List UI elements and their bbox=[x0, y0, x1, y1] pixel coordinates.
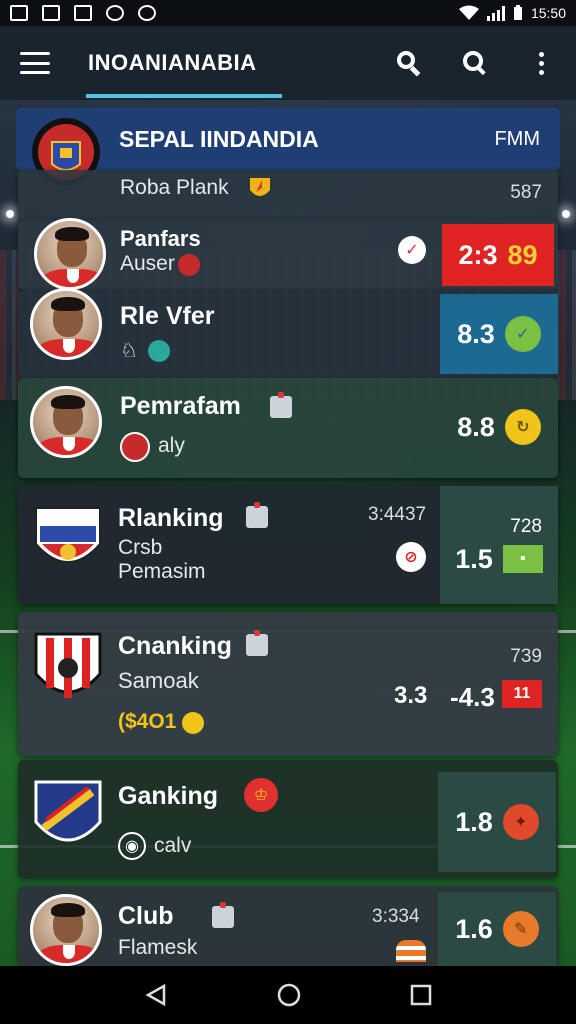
score-box[interactable]: 8.8 ↻ bbox=[440, 386, 558, 468]
row-subtitle: Samoak bbox=[118, 668, 199, 693]
score-box[interactable]: 8.3 ✓ bbox=[440, 294, 558, 374]
row-subtitle: Roba Plank bbox=[120, 176, 229, 199]
league-title: SEPAL IINDANDIA bbox=[119, 125, 319, 152]
league-tag: FMM bbox=[494, 127, 540, 150]
score-box[interactable]: 2:3 89 bbox=[442, 224, 554, 286]
alert-icon: ✦ bbox=[502, 804, 539, 840]
match-time: 3:334 bbox=[372, 906, 420, 927]
score-box[interactable]: 1.6 ✎ bbox=[438, 892, 556, 966]
floodlight-icon bbox=[562, 210, 570, 218]
tab-indicator bbox=[86, 94, 282, 98]
row-meta: 587 bbox=[510, 182, 542, 203]
score-badge: 11 bbox=[502, 680, 542, 708]
match-score: -4.3 bbox=[450, 682, 495, 712]
floodlight-icon bbox=[6, 210, 14, 218]
menu-icon[interactable] bbox=[20, 52, 50, 74]
location-icon: ◉ bbox=[118, 832, 146, 860]
club-crest-icon bbox=[34, 632, 102, 698]
club-badge-icon bbox=[178, 254, 200, 276]
row-name: Cnanking bbox=[118, 632, 232, 660]
notification-icon bbox=[138, 5, 156, 21]
list-item[interactable]: Club Flamesk 3:334 1.6 ✎ bbox=[18, 886, 558, 966]
back-icon[interactable] bbox=[144, 983, 168, 1007]
coin-icon bbox=[182, 712, 204, 734]
club-crest-icon bbox=[35, 507, 101, 563]
list-item[interactable]: Pemrafam aly 8.8 ↻ bbox=[18, 378, 558, 478]
row-subtitle-2: Pemasim bbox=[118, 560, 206, 583]
list-item[interactable]: Roba Plank 587 bbox=[18, 170, 558, 220]
row-subtitle: Flamesk bbox=[118, 936, 198, 959]
recents-icon[interactable] bbox=[410, 984, 432, 1006]
row-name: Rle Vfer bbox=[120, 302, 215, 330]
match-score: 2:3 bbox=[458, 239, 498, 270]
app-title: INOANIANABIA bbox=[88, 50, 257, 75]
home-icon[interactable] bbox=[276, 982, 302, 1008]
match-score: 1.6 bbox=[455, 913, 493, 944]
score-badge: 89 bbox=[507, 239, 538, 270]
avatar bbox=[30, 386, 102, 458]
row-subtitle: Crsb bbox=[118, 536, 163, 559]
status-check-icon: ✓ bbox=[504, 316, 541, 352]
search-outline-icon[interactable] bbox=[460, 48, 490, 78]
list-item[interactable]: Cnanking Samoak ($4O1 739 3.3 -4.3 11 bbox=[18, 612, 558, 756]
club-crest-icon bbox=[34, 780, 102, 842]
gift-icon bbox=[246, 630, 268, 656]
row-name: Ganking bbox=[118, 782, 219, 810]
edit-icon: ✎ bbox=[502, 911, 539, 947]
avatar bbox=[30, 288, 102, 360]
notification-icon bbox=[10, 5, 28, 21]
row-name: Rlanking bbox=[118, 504, 224, 532]
row-meta: 739 bbox=[510, 646, 542, 667]
notification-icon bbox=[74, 5, 92, 21]
more-vert-icon[interactable] bbox=[526, 48, 556, 78]
search-icon[interactable] bbox=[394, 48, 424, 78]
club-badge-icon: ♔ bbox=[244, 778, 278, 812]
notification-icon bbox=[42, 5, 60, 21]
player-icon: ♘ bbox=[120, 340, 138, 362]
row-subtitle: calv bbox=[154, 834, 192, 857]
gift-icon bbox=[212, 902, 234, 928]
match-score: 8.3 bbox=[457, 318, 495, 349]
league-badge-icon: ✓ bbox=[398, 236, 426, 264]
list-item[interactable]: Ganking ♔ ◉ calv 1.8 ✦ bbox=[18, 760, 558, 878]
status-bar: 15:50 bbox=[0, 0, 576, 26]
list-item[interactable]: Rlanking Crsb Pemasim 3:4437 ⊘ 728 1.5 ▪ bbox=[18, 486, 558, 604]
avatar bbox=[34, 218, 106, 290]
flag-icon bbox=[396, 940, 426, 962]
list-item[interactable]: Panfars Auser ✓ 2:3 89 bbox=[18, 218, 558, 290]
score-box[interactable]: 728 1.5 ▪ bbox=[440, 486, 558, 604]
row-name: Pemrafam bbox=[120, 392, 241, 420]
gift-icon bbox=[246, 502, 268, 528]
wifi-icon bbox=[458, 5, 479, 20]
row-name: Club bbox=[118, 902, 174, 930]
battery-icon bbox=[513, 5, 522, 20]
score-box[interactable]: 1.8 ✦ bbox=[438, 772, 556, 872]
row-extra: ($4O1 bbox=[118, 710, 177, 733]
score-prefix: 3.3 bbox=[394, 682, 428, 709]
list-item[interactable]: Rle Vfer ♘ 8.3 ✓ bbox=[18, 288, 558, 378]
match-score: 1.8 bbox=[455, 806, 493, 837]
row-subtitle: aly bbox=[158, 434, 185, 457]
row-name: Panfars bbox=[120, 226, 201, 251]
status-time: 15:50 bbox=[530, 5, 566, 21]
shield-badge-icon bbox=[250, 178, 270, 196]
row-subtitle: Auser bbox=[120, 252, 175, 275]
row-meta: 728 bbox=[510, 515, 542, 537]
match-time: 3:4437 bbox=[368, 504, 427, 525]
system-nav-bar bbox=[0, 966, 576, 1024]
signal-icon bbox=[486, 5, 505, 21]
avatar bbox=[30, 894, 102, 966]
club-badge-icon bbox=[120, 432, 150, 462]
app-bar: INOANIANABIA bbox=[0, 26, 576, 100]
league-badge-icon: ⊘ bbox=[396, 542, 426, 572]
timer-icon: ↻ bbox=[504, 409, 541, 445]
club-badge-icon bbox=[148, 340, 170, 362]
match-score: 8.8 bbox=[457, 411, 495, 442]
notification-icon bbox=[106, 5, 124, 21]
match-score: 1.5 bbox=[455, 543, 493, 574]
gift-icon bbox=[270, 392, 292, 418]
status-badge-icon: ▪ bbox=[502, 545, 543, 573]
